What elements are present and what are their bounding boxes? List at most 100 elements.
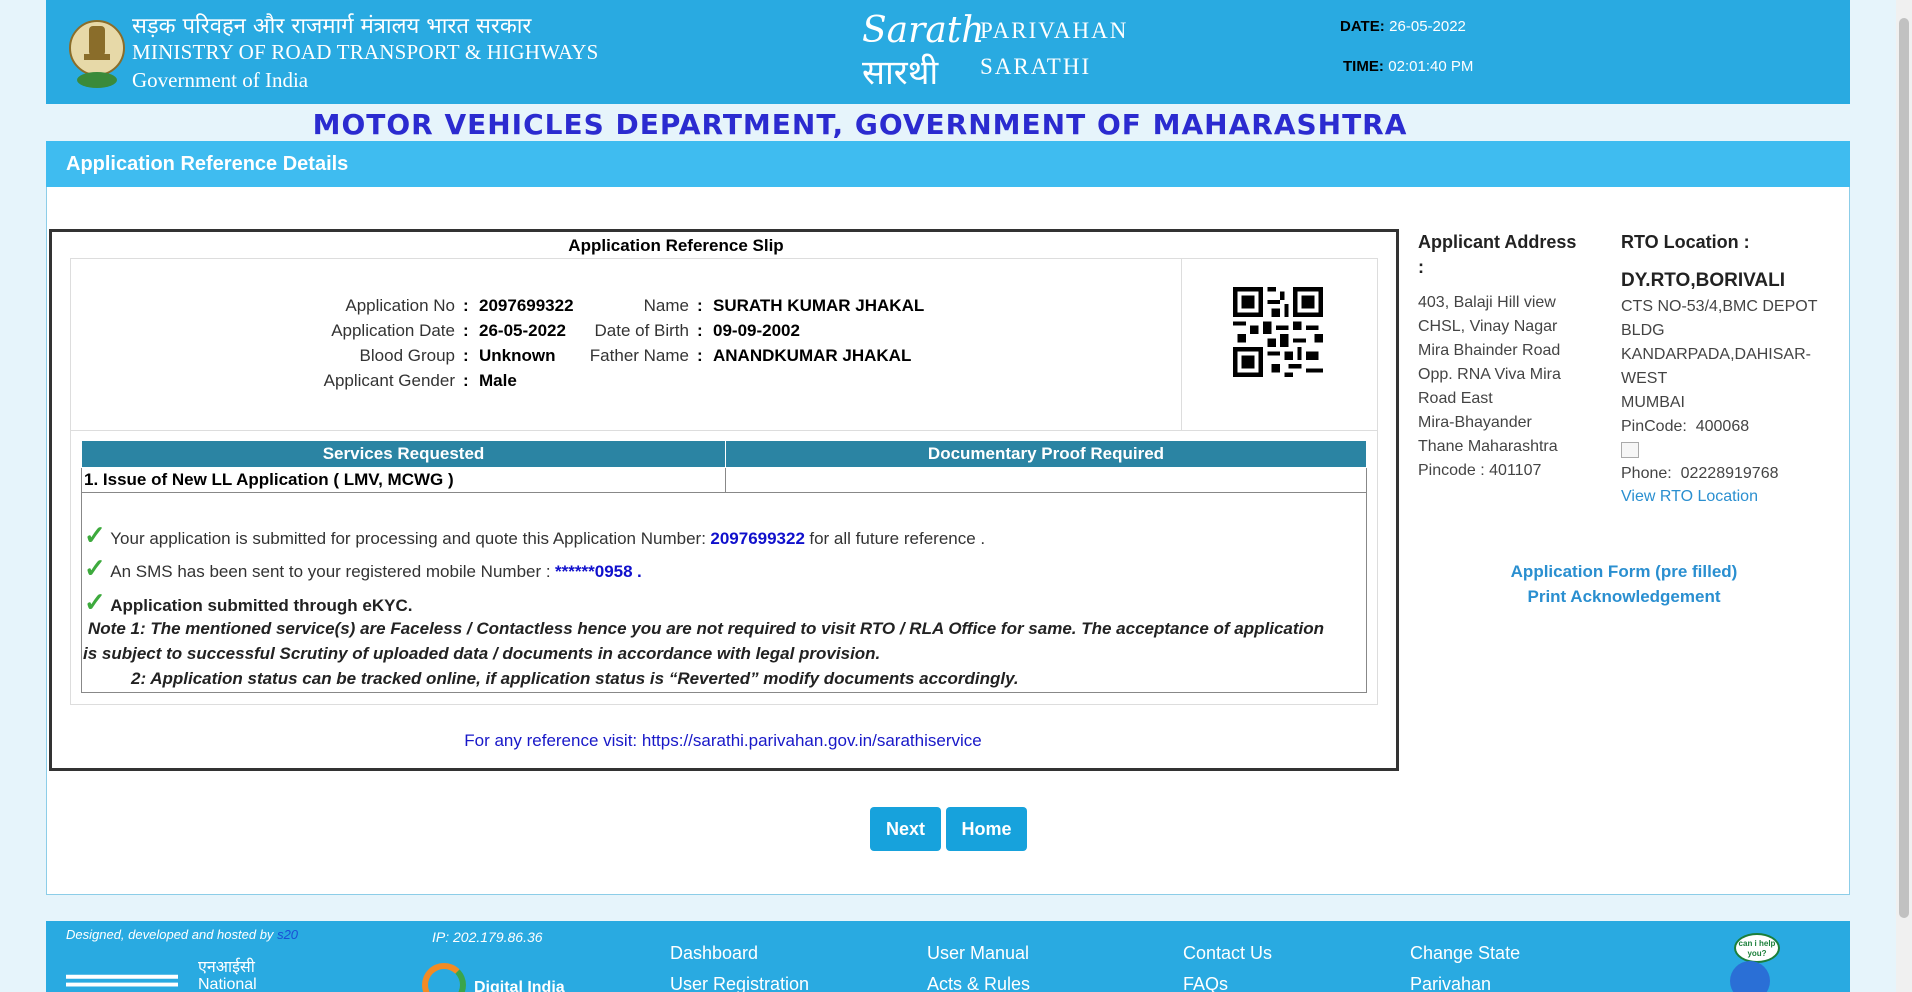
blood-group-value: Unknown <box>479 346 556 365</box>
nic-logo <box>66 963 186 992</box>
help-bubble[interactable]: can i help you? <box>1734 933 1780 963</box>
colon: : <box>697 346 703 365</box>
application-number-highlight: 2097699322 <box>710 529 805 548</box>
ministry-english-name: MINISTRY OF ROAD TRANSPORT & HIGHWAYS <box>132 40 599 64</box>
view-rto-location-link[interactable]: View RTO Location <box>1621 488 1758 506</box>
rto-address-line: CTS NO-53/4,BMC DEPOT <box>1621 298 1818 315</box>
mobile-number-highlight: ******0958 <box>555 562 633 581</box>
field-label-application-date: Application Date <box>331 321 455 340</box>
checkmark-icon: ✓ <box>84 553 106 583</box>
table-row: 1. Issue of New LL Application ( LMV, MC… <box>81 467 1367 493</box>
field-label-blood-group: Blood Group <box>359 346 455 365</box>
message-application-submitted: ✓ Your application is submitted for proc… <box>84 520 985 551</box>
site-footer: Designed, developed and hosted by s20 एन… <box>46 921 1850 992</box>
table-header-row: Services Requested Documentary Proof Req… <box>81 440 1367 468</box>
colon: : <box>463 296 469 315</box>
footer-link-dashboard[interactable]: Dashboard <box>670 943 758 964</box>
gender-value: Male <box>479 371 517 390</box>
divider <box>1181 258 1182 430</box>
qr-code <box>1233 287 1323 377</box>
header-documentary-proof: Documentary Proof Required <box>725 440 1367 468</box>
phone-value: 02228919768 <box>1680 465 1779 482</box>
ip-address: IP: 202.179.86.36 <box>432 929 543 945</box>
address-line: Mira-Bhayander <box>1418 414 1532 431</box>
sarathi-logo: Sarathi सारथी <box>862 10 984 93</box>
dob-value: 09-09-2002 <box>713 321 800 340</box>
next-button[interactable]: Next <box>870 807 941 851</box>
message-ekyc: ✓ Application submitted through eKYC. <box>84 587 412 618</box>
reference-link[interactable]: For any reference visit: https://sarathi… <box>0 731 1446 751</box>
national-emblem-icon <box>69 20 125 88</box>
address-line: Mira Bhainder Road <box>1418 342 1561 359</box>
application-date-value: 26-05-2022 <box>479 321 566 340</box>
sarathi-logo-hindi: सारथी <box>862 53 939 93</box>
message-text: Your application is submitted for proces… <box>110 529 706 548</box>
colon: : <box>697 321 703 340</box>
digital-india-logo-icon <box>422 963 466 992</box>
footer-link-user-registration[interactable]: User Registration <box>670 974 809 992</box>
message-text: . <box>637 562 642 581</box>
rto-address-line: KANDARPADA,DAHISAR- <box>1621 346 1811 363</box>
print-acknowledgement-link[interactable]: Print Acknowledgement <box>1404 587 1844 607</box>
colon: : <box>463 371 469 390</box>
rto-address-lines: CTS NO-53/4,BMC DEPOT BLDG KANDARPADA,DA… <box>1621 295 1817 439</box>
ministry-hindi-name: सड़क परिवहन और राजमार्ग मंत्रालय भारत सर… <box>132 14 532 39</box>
scrollbar-thumb[interactable] <box>1899 18 1909 918</box>
brand-parivahan: PARIVAHAN <box>980 18 1129 43</box>
pincode-label: PinCode: <box>1621 418 1687 435</box>
footer-link-change-state[interactable]: Change State <box>1410 943 1520 964</box>
father-name-value: ANANDKUMAR JHAKAL <box>713 346 912 365</box>
application-form-link[interactable]: Application Form (pre filled) <box>1404 562 1844 582</box>
designed-by-label: Designed, developed and hosted by <box>66 927 274 942</box>
nic-text: एनआईसी National <box>198 959 257 992</box>
field-label-dob: Date of Birth <box>594 321 690 340</box>
slip-title: Application Reference Slip <box>568 236 784 255</box>
message-sms-sent: ✓ An SMS has been sent to your registere… <box>84 553 642 584</box>
rto-address-line: BLDG <box>1621 322 1665 339</box>
designed-by-link[interactable]: s20 <box>277 927 298 942</box>
note-2: 2: Application status can be tracked onl… <box>131 669 1019 688</box>
field-label-father-name: Father Name <box>589 346 689 365</box>
footer-link-acts-rules[interactable]: Acts & Rules <box>927 974 1030 992</box>
message-text: An SMS has been sent to your registered … <box>110 562 551 581</box>
divider <box>70 430 1378 431</box>
pincode-value: 400068 <box>1695 418 1750 435</box>
footer-link-user-manual[interactable]: User Manual <box>927 943 1029 964</box>
field-label-application-no: Application No <box>345 296 455 315</box>
address-line: Opp. RNA Viva Mira <box>1418 366 1561 383</box>
digital-india-text: Digital India <box>474 979 565 992</box>
government-of-india: Government of India <box>132 68 309 92</box>
footer-link-parivahan[interactable]: Parivahan <box>1410 974 1491 992</box>
footer-link-contact-us[interactable]: Contact Us <box>1183 943 1272 964</box>
address-line: CHSL, Vinay Nagar <box>1418 318 1558 335</box>
colon: : <box>697 296 703 315</box>
help-bubble-text: can i help you? <box>1738 939 1776 958</box>
applicant-address-colon: : <box>1418 257 1424 277</box>
date-label: DATE: <box>1340 18 1385 35</box>
rto-address-line: WEST <box>1621 370 1668 387</box>
checkmark-icon: ✓ <box>84 587 106 617</box>
designed-by-text: Designed, developed and hosted by s20 <box>66 927 298 942</box>
nic-english: National <box>198 976 257 992</box>
department-title: MOTOR VEHICLES DEPARTMENT, GOVERNMENT OF… <box>312 108 1408 141</box>
rto-name: DY.RTO,BORIVALI <box>1621 270 1785 291</box>
address-line: Thane Maharashtra <box>1418 438 1558 455</box>
header-services-requested: Services Requested <box>81 440 726 468</box>
phone-label: Phone: <box>1621 465 1672 482</box>
broken-image-icon <box>1621 442 1639 458</box>
field-label-name: Name <box>643 296 689 315</box>
rto-address-line: MUMBAI <box>1621 394 1685 411</box>
date-value: 26-05-2022 <box>1389 18 1466 35</box>
address-line: Pincode : 401107 <box>1418 462 1542 479</box>
name-value: SURATH KUMAR JHAKAL <box>713 296 925 315</box>
home-button[interactable]: Home <box>946 807 1027 851</box>
field-label-gender: Applicant Gender <box>323 371 455 390</box>
time-display: TIME: 02:01:40 PM <box>1343 58 1473 76</box>
footer-link-faqs[interactable]: FAQs <box>1183 974 1228 992</box>
message-text: Application submitted through eKYC. <box>110 596 413 615</box>
note-1-line-1: Note 1: The mentioned service(s) are Fac… <box>88 619 1325 638</box>
colon: : <box>463 321 469 340</box>
help-assistant-icon[interactable] <box>1730 961 1770 992</box>
time-label: TIME: <box>1343 58 1384 75</box>
checkmark-icon: ✓ <box>84 520 106 550</box>
